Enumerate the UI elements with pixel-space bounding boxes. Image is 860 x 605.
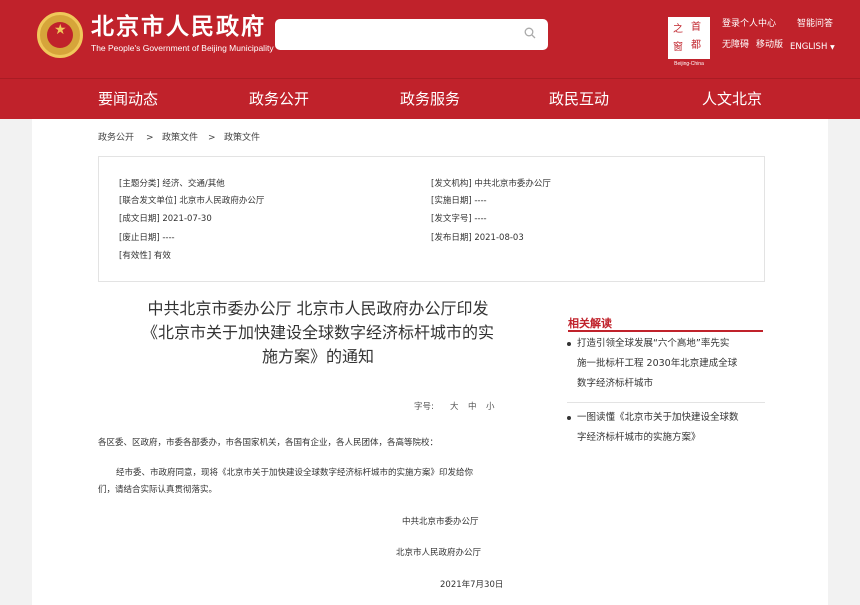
font-size-medium[interactable]: 中 xyxy=(468,402,477,413)
nav-government-services[interactable]: 政务服务 xyxy=(400,91,460,108)
nav-government-affairs[interactable]: 政务公开 xyxy=(249,91,309,108)
signature-government-office: 北京市人民政府办公厅 xyxy=(396,548,482,558)
breadcrumb-separator: > xyxy=(146,133,154,143)
document-salutation: 各区委、区政府，市委各部委办，市各国家机关，各国有企业，各人民团体，各高等院校： xyxy=(98,438,439,448)
search-icon[interactable] xyxy=(524,27,536,39)
site-subtitle: The People's Government of Beijing Munic… xyxy=(91,43,274,53)
document-title-line: 中共北京市委办公厅 北京市人民政府办公厅印发 xyxy=(147,299,489,318)
document-body-line: 们，请结合实际认真贯彻落实。 xyxy=(98,485,218,495)
nav-interaction[interactable]: 政民互动 xyxy=(549,91,609,108)
meta-written-date: [成文日期] 2021-07-30 xyxy=(119,214,212,224)
smart-qa-link[interactable]: 智能问答 xyxy=(797,19,833,30)
breadcrumb-separator: > xyxy=(208,133,216,143)
signature-date: 2021年7月30日 xyxy=(440,580,504,590)
meta-joint-issuer: [联合发文单位] 北京市人民政府办公厅 xyxy=(119,196,265,206)
capital-window-logo[interactable]: 之 首 窗 都 xyxy=(668,17,710,59)
related-link-line: 一图读懂《北京市关于加快建设全球数 xyxy=(577,412,739,423)
meta-issuing-agency: [发文机构] 中共北京市委办公厅 xyxy=(431,179,551,189)
document-title-line: 施方案》的通知 xyxy=(261,347,374,366)
main-nav: 要闻动态 政务公开 政务服务 政民互动 人文北京 xyxy=(0,78,860,119)
meta-effective-date: [实施日期] ---- xyxy=(431,196,487,206)
document-title-line: 《北京市关于加快建设全球数字经济标杆城市的实 xyxy=(141,323,494,342)
related-link-line: 施一批标杆工程 2030年北京建成全球 xyxy=(577,358,738,369)
logo-char: 之 xyxy=(673,24,683,35)
national-emblem-icon[interactable]: ★ xyxy=(37,12,83,58)
logo-char: 都 xyxy=(691,40,701,51)
related-interpretations-heading: 相关解读 xyxy=(568,312,763,332)
document-body-line: 经市委、市政府同意，现将《北京市关于加快建设全球数字经济标杆城市的实施方案》印发… xyxy=(116,468,474,478)
divider xyxy=(567,402,765,403)
personal-center-link[interactable]: 登录个人中心 xyxy=(722,19,776,30)
nav-humanities[interactable]: 人文北京 xyxy=(702,91,762,108)
font-size-label: 字号: xyxy=(414,402,434,412)
related-link[interactable]: 打造引领全球发展“六个高地”率先实 施一批标杆工程 2030年北京建成全球 数字… xyxy=(567,334,767,394)
site-title[interactable]: 北京市人民政府 xyxy=(91,14,266,40)
related-link-line: 数字经济标杆城市 xyxy=(577,378,654,389)
related-interpretations-title: 相关解读 xyxy=(568,317,612,330)
meta-document-number: [发文字号] ---- xyxy=(431,214,487,224)
breadcrumb-item[interactable]: 政策文件 xyxy=(162,133,198,144)
caret-down-icon: ▼ xyxy=(830,44,835,51)
mobile-version-link[interactable]: 移动版 xyxy=(756,40,783,51)
accessibility-link[interactable]: 无障碍 xyxy=(722,40,749,51)
site-header: ★ 北京市人民政府 The People's Government of Bei… xyxy=(0,0,860,78)
related-link-line: 打造引领全球发展“六个高地”率先实 xyxy=(577,338,730,349)
bullet-icon xyxy=(567,342,571,346)
meta-subject: [主题分类] 经济、交通/其他 xyxy=(119,179,225,189)
meta-publish-date: [发布日期] 2021-08-03 xyxy=(431,233,524,243)
document-title: 中共北京市委办公厅 北京市人民政府办公厅印发 《北京市关于加快建设全球数字经济标… xyxy=(108,297,528,369)
logo-caption: Beijing-China xyxy=(674,61,704,67)
bullet-icon xyxy=(567,416,571,420)
related-link-line: 字经济标杆城市的实施方案》 xyxy=(577,432,701,443)
signature-party-office: 中共北京市委办公厅 xyxy=(402,517,479,527)
meta-repeal-date: [废止日期] ---- xyxy=(119,233,175,243)
logo-char: 首 xyxy=(691,22,701,33)
search-input[interactable] xyxy=(275,19,548,50)
breadcrumb-item[interactable]: 政策文件 xyxy=(224,133,260,144)
meta-validity: [有效性] 有效 xyxy=(119,251,171,261)
font-size-small[interactable]: 小 xyxy=(486,402,495,413)
related-link[interactable]: 一图读懂《北京市关于加快建设全球数 字经济标杆城市的实施方案》 xyxy=(567,408,767,448)
logo-char: 窗 xyxy=(673,42,683,53)
breadcrumb-item[interactable]: 政务公开 xyxy=(98,133,134,144)
font-size-large[interactable]: 大 xyxy=(450,402,459,413)
language-select[interactable]: ENGLISH ▼ xyxy=(790,42,835,53)
nav-news[interactable]: 要闻动态 xyxy=(98,91,158,108)
language-label: ENGLISH xyxy=(790,42,828,52)
